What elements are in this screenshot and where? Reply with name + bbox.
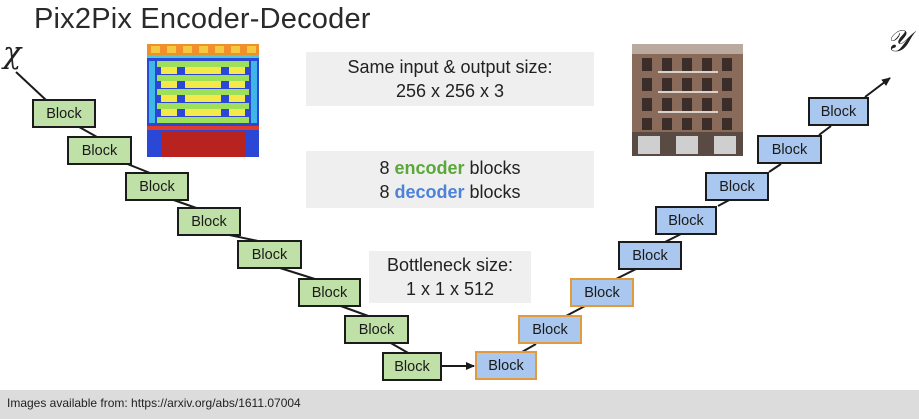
encoder-block-1: Block — [32, 99, 96, 128]
decoder-tail: blocks — [469, 181, 521, 202]
decoder-block-5: Block — [655, 206, 717, 235]
encoder-block-6: Block — [298, 278, 361, 307]
encoder-block-5: Block — [237, 240, 302, 269]
encoder-block-8: Block — [382, 352, 442, 381]
encoder-block-7: Block — [344, 315, 409, 344]
bottleneck-note: Bottleneck size: 1 x 1 x 512 — [369, 251, 531, 303]
bottleneck-line2: 1 x 1 x 512 — [405, 279, 495, 299]
slide: Pix2Pix Encoder-Decoder χ 𝒴 Block Block … — [0, 0, 919, 419]
edge-d6-d7 — [768, 163, 782, 173]
decoder-block-4: Block — [618, 241, 682, 270]
block-count-note: 8 encoder blocks 8 decoder blocks — [306, 151, 594, 208]
edge-input — [15, 71, 47, 101]
decoder-count: 8 — [379, 181, 390, 202]
building-facade-photo-image — [632, 44, 743, 156]
decoder-word: decoder — [394, 181, 465, 202]
edge-output-arrow — [864, 77, 891, 98]
bottleneck-line1: Bottleneck size: — [386, 255, 514, 275]
decoder-block-3: Block — [570, 278, 634, 307]
decoder-block-6: Block — [705, 172, 769, 201]
io-size-line1: Same input & output size: — [347, 57, 553, 77]
encoder-count-line: 8 encoder blocks — [379, 156, 520, 180]
decoder-block-7: Block — [757, 135, 822, 164]
edge-d7-d8 — [818, 125, 832, 136]
decoder-block-8: Block — [808, 97, 869, 126]
encoder-word: encoder — [394, 157, 465, 178]
image-source-credit: Images available from: https://arxiv.org… — [7, 396, 301, 410]
io-size-line2: 256 x 256 x 3 — [395, 81, 505, 101]
encoder-block-3: Block — [125, 172, 189, 201]
encoder-count: 8 — [379, 157, 390, 178]
decoder-count-line: 8 decoder blocks — [379, 180, 520, 204]
footer-bar: Images available from: https://arxiv.org… — [0, 390, 919, 419]
encoder-block-2: Block — [67, 136, 132, 165]
io-size-note: Same input & output size: 256 x 256 x 3 — [306, 52, 594, 106]
decoder-block-2: Block — [518, 315, 582, 344]
facade-label-map-image — [147, 44, 259, 157]
encoder-block-4: Block — [177, 207, 241, 236]
decoder-block-1: Block — [475, 351, 537, 380]
encoder-tail: blocks — [469, 157, 521, 178]
